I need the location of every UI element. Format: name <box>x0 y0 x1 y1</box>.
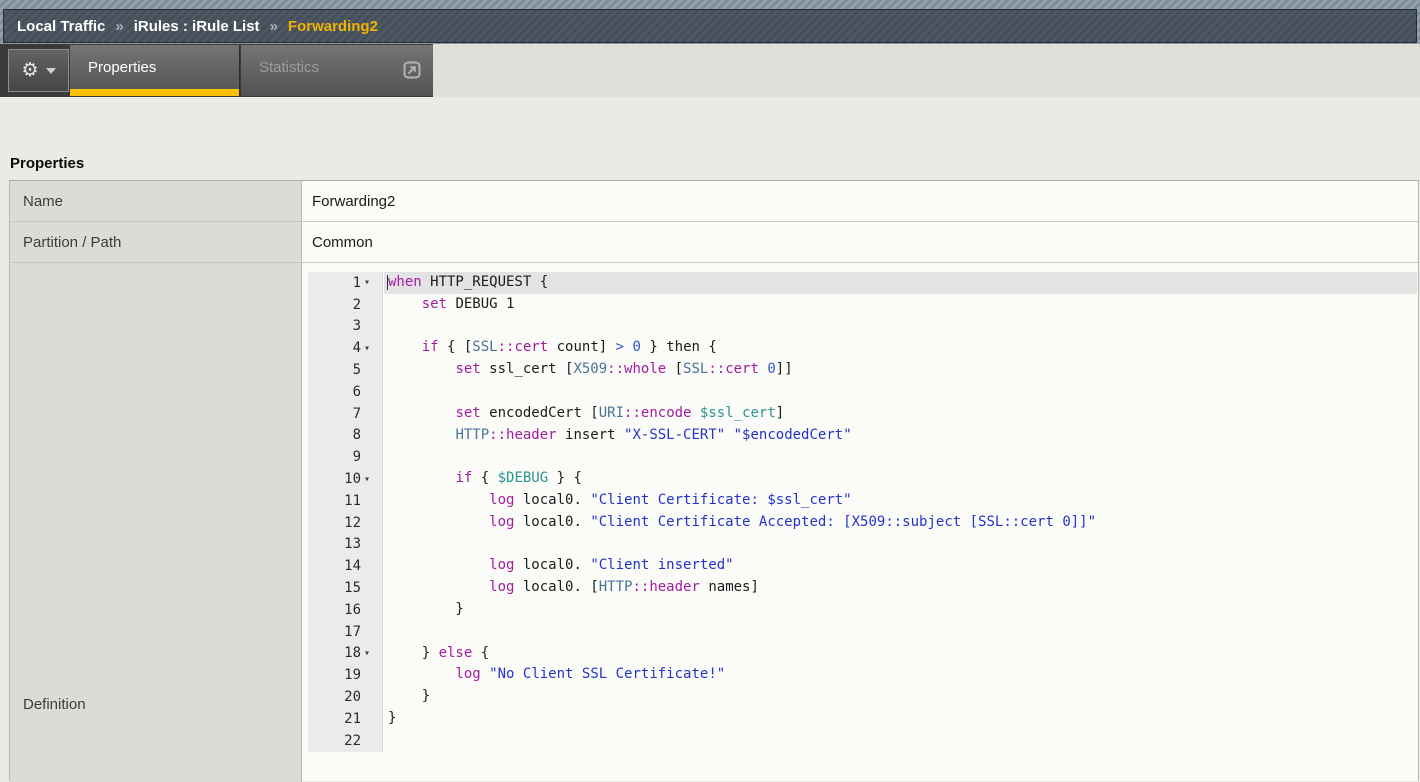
tab-statistics-label: Statistics <box>259 59 319 76</box>
tab-properties-label: Properties <box>88 59 156 76</box>
gutter-line-1[interactable]: 1▾ <box>308 272 382 294</box>
gutter-line-20: 20 <box>308 686 382 708</box>
gutter-line-18[interactable]: 18▾ <box>308 643 382 665</box>
gutter-line-8: 8 <box>308 425 382 447</box>
name-value[interactable]: Forwarding2 <box>302 181 1418 221</box>
definition-value-cell: 1▾234▾5678910▾1112131415161718▾19202122 … <box>302 263 1418 782</box>
gutter-line-15: 15 <box>308 577 382 599</box>
tab-bar: ⚙ Properties Statistics <box>0 44 433 97</box>
code-line-1[interactable]: when HTTP_REQUEST { <box>384 272 1417 294</box>
options-menu-button[interactable]: ⚙ <box>8 49 69 92</box>
external-link-icon <box>403 61 421 79</box>
code-line-9[interactable] <box>384 446 1417 468</box>
gear-icon: ⚙ <box>21 61 38 80</box>
code-line-3[interactable] <box>384 316 1417 338</box>
partition-path-value: Common <box>302 222 1418 262</box>
breadcrumb-subsection[interactable]: iRules : iRule List <box>134 18 260 35</box>
code-line-2[interactable]: set DEBUG 1 <box>384 294 1417 316</box>
gutter-line-22: 22 <box>308 730 382 752</box>
code-line-11[interactable]: log local0. "Client Certificate: $ssl_ce… <box>384 490 1417 512</box>
table-row-partition-path: Partition / Path Common <box>10 222 1418 263</box>
page-title: Properties <box>10 155 84 172</box>
breadcrumb-separator-icon: » <box>270 18 278 35</box>
code-line-20[interactable]: } <box>384 686 1417 708</box>
name-label: Name <box>10 181 302 221</box>
gutter-line-10[interactable]: 10▾ <box>308 468 382 490</box>
code-line-6[interactable] <box>384 381 1417 403</box>
code-line-8[interactable]: HTTP::header insert "X-SSL-CERT" "$encod… <box>384 425 1417 447</box>
tab-properties[interactable]: Properties <box>70 45 240 96</box>
fold-toggle-icon[interactable]: ▾ <box>361 343 382 354</box>
editor-gutter: 1▾234▾5678910▾1112131415161718▾19202122 <box>308 272 383 752</box>
code-line-17[interactable] <box>384 621 1417 643</box>
gutter-line-13: 13 <box>308 534 382 556</box>
gutter-line-4[interactable]: 4▾ <box>308 337 382 359</box>
code-line-21[interactable]: } <box>384 708 1417 730</box>
code-line-16[interactable]: } <box>384 599 1417 621</box>
properties-table: Name Forwarding2 Partition / Path Common… <box>9 180 1419 781</box>
code-line-18[interactable]: } else { <box>384 643 1417 665</box>
code-line-7[interactable]: set encodedCert [URI::encode $ssl_cert] <box>384 403 1417 425</box>
breadcrumb-separator-icon: » <box>115 18 123 35</box>
gutter-line-3: 3 <box>308 316 382 338</box>
gutter-line-2: 2 <box>308 294 382 316</box>
gutter-line-9: 9 <box>308 446 382 468</box>
gutter-line-14: 14 <box>308 555 382 577</box>
gutter-line-6: 6 <box>308 381 382 403</box>
fold-toggle-icon[interactable]: ▾ <box>361 474 382 485</box>
gutter-line-21: 21 <box>308 708 382 730</box>
gutter-line-19: 19 <box>308 664 382 686</box>
gutter-line-16: 16 <box>308 599 382 621</box>
gutter-line-17: 17 <box>308 621 382 643</box>
breadcrumb-current: Forwarding2 <box>288 18 378 35</box>
table-row-definition: Definition 1▾234▾5678910▾111213141516171… <box>10 263 1418 782</box>
tab-statistics[interactable]: Statistics <box>241 45 433 96</box>
definition-label: Definition <box>10 263 302 782</box>
code-line-5[interactable]: set ssl_cert [X509::whole [SSL::cert 0]] <box>384 359 1417 381</box>
gutter-line-11: 11 <box>308 490 382 512</box>
code-line-19[interactable]: log "No Client SSL Certificate!" <box>384 664 1417 686</box>
partition-path-label: Partition / Path <box>10 222 302 262</box>
editor-code-area[interactable]: when HTTP_REQUEST { set DEBUG 1 if { [SS… <box>384 272 1417 752</box>
tabbar-right-filler <box>433 44 1420 97</box>
code-line-13[interactable] <box>384 534 1417 556</box>
chevron-down-icon <box>46 68 56 74</box>
code-line-12[interactable]: log local0. "Client Certificate Accepted… <box>384 512 1417 534</box>
breadcrumb: Local Traffic » iRules : iRule List » Fo… <box>3 9 1417 43</box>
code-line-14[interactable]: log local0. "Client inserted" <box>384 555 1417 577</box>
code-line-4[interactable]: if { [SSL::cert count] > 0 } then { <box>384 337 1417 359</box>
fold-toggle-icon[interactable]: ▾ <box>361 277 382 288</box>
fold-toggle-icon[interactable]: ▾ <box>361 648 382 659</box>
table-row-name: Name Forwarding2 <box>10 181 1418 222</box>
code-line-15[interactable]: log local0. [HTTP::header names] <box>384 577 1417 599</box>
code-line-22[interactable] <box>384 730 1417 752</box>
active-tab-indicator <box>70 89 239 96</box>
breadcrumb-section[interactable]: Local Traffic <box>17 18 105 35</box>
gutter-line-12: 12 <box>308 512 382 534</box>
gutter-line-5: 5 <box>308 359 382 381</box>
code-line-10[interactable]: if { $DEBUG } { <box>384 468 1417 490</box>
gutter-line-7: 7 <box>308 403 382 425</box>
